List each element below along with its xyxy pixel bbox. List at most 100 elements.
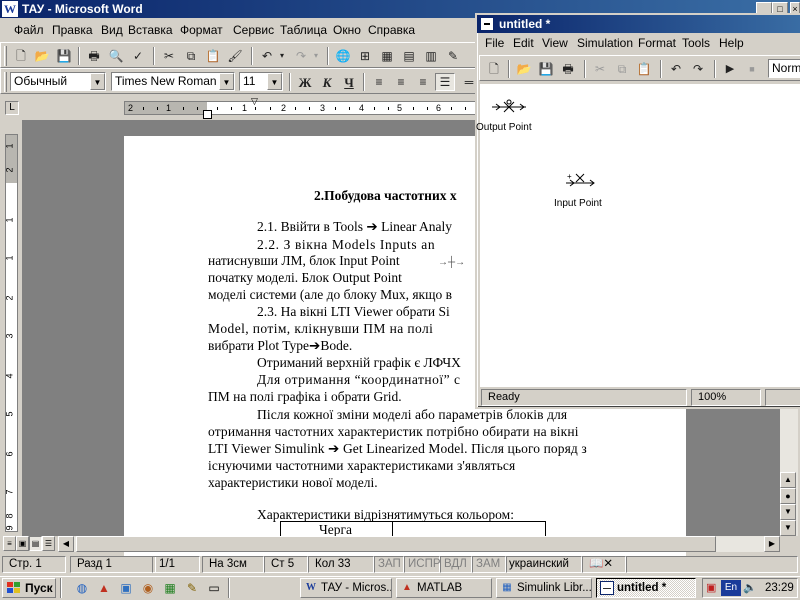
excel-quicklaunch-icon[interactable]: ▦ [162, 580, 178, 596]
scroll-down-icon[interactable]: ▼ [780, 520, 796, 536]
outline-view-icon[interactable]: ☰ [42, 536, 55, 551]
sim-menu-view[interactable]: View [542, 36, 568, 50]
task-untitled[interactable]: — untitled * [596, 578, 696, 598]
left-indent-marker-icon[interactable] [203, 110, 212, 119]
language-indicator[interactable]: En [721, 580, 741, 596]
sim-menu-file[interactable]: File [485, 36, 504, 50]
menu-file[interactable]: Файл [14, 23, 44, 37]
status-language[interactable]: украинский [506, 556, 582, 573]
menu-tools[interactable]: Сервис [233, 23, 274, 37]
task-matlab[interactable]: ▲ MATLAB [396, 578, 492, 598]
insert-table-icon[interactable]: ▦ [377, 47, 397, 65]
underline-button[interactable]: Ч [339, 73, 359, 91]
save-icon[interactable]: 💾 [54, 47, 74, 65]
sim-menu-simulation[interactable]: Simulation [577, 36, 633, 50]
paste-icon[interactable]: 📋 [203, 47, 223, 65]
cut-icon[interactable]: ✂ [159, 47, 179, 65]
task-simulink-library[interactable]: ▦ Simulink Libr... [496, 578, 592, 598]
print-icon[interactable]: 🖶 [558, 60, 578, 78]
simulink-model-canvas[interactable]: Output Point + Input Point [476, 84, 800, 387]
sim-menu-edit[interactable]: Edit [513, 36, 534, 50]
word-app-icon[interactable]: W [2, 1, 18, 17]
volume-icon[interactable]: 🔈 [743, 581, 757, 594]
insert-excel-icon[interactable]: ▤ [399, 47, 419, 65]
undo-icon[interactable]: ↶ [257, 47, 277, 65]
redo-icon[interactable]: ↷ [291, 47, 311, 65]
spelling-status-icon[interactable]: 📖✕ [582, 556, 626, 573]
output-point-block-icon[interactable] [490, 98, 530, 116]
tab-stop-selector-icon[interactable]: L [5, 101, 19, 115]
scroll-down-icon[interactable]: ▼ [780, 504, 796, 520]
menu-help[interactable]: Справка [368, 23, 415, 37]
vertical-ruler-track[interactable]: 1 2 1 1 2 3 4 5 6 7 8 9 [5, 134, 18, 532]
normal-view-icon[interactable]: ≡ [3, 536, 16, 551]
redo-icon[interactable]: ↷ [688, 60, 708, 78]
clock[interactable]: 23:29 [765, 581, 794, 596]
notepad-quicklaunch-icon[interactable]: ✎ [184, 580, 200, 596]
hyperlink-icon[interactable]: 🌐 [333, 47, 353, 65]
horizontal-scrollbar[interactable]: ◀ ▶ [58, 536, 780, 552]
menu-window[interactable]: Окно [333, 23, 361, 37]
undo-icon[interactable]: ↶ [666, 60, 686, 78]
drawing-icon[interactable]: ✎ [443, 47, 463, 65]
scroll-thumb[interactable] [76, 536, 716, 552]
new-model-icon[interactable]: 🗋 [484, 60, 504, 78]
chevron-down-icon[interactable]: ▼ [267, 73, 282, 90]
stop-simulation-icon[interactable]: ■ [742, 60, 762, 78]
scroll-up-icon[interactable]: ▲ [780, 472, 796, 488]
sim-menu-format[interactable]: Format [638, 36, 676, 50]
status-extend[interactable]: ВДЛ [440, 556, 472, 573]
columns-icon[interactable]: ▥ [421, 47, 441, 65]
menu-insert[interactable]: Вставка [128, 23, 173, 37]
select-browse-object-icon[interactable]: ● [780, 488, 796, 504]
start-simulation-icon[interactable]: ▶ [720, 60, 740, 78]
open-folder-icon[interactable]: 📂 [514, 60, 534, 78]
scroll-right-icon[interactable]: ▶ [764, 536, 780, 552]
chevron-down-icon[interactable]: ▼ [219, 73, 234, 90]
style-combo[interactable]: Обычный ▼ [10, 72, 106, 91]
start-button[interactable]: Пуск [2, 578, 56, 598]
menu-view[interactable]: Вид [101, 23, 123, 37]
matlab-quicklaunch-icon[interactable]: ▲ [96, 580, 112, 596]
outlook-quicklaunch-icon[interactable]: ◉ [140, 580, 156, 596]
menu-edit[interactable]: Правка [52, 23, 93, 37]
sim-menu-tools[interactable]: Tools [682, 36, 710, 50]
input-point-block-icon[interactable]: + [564, 172, 598, 190]
open-folder-icon[interactable]: 📂 [32, 47, 52, 65]
menu-format[interactable]: Формат [180, 23, 223, 37]
simulation-mode-combo[interactable]: Norma [768, 59, 800, 78]
bold-button[interactable]: Ж [295, 73, 315, 91]
font-size-combo[interactable]: 11 ▼ [239, 72, 283, 91]
chevron-down-icon[interactable]: ▼ [90, 73, 105, 90]
ie-quicklaunch-icon[interactable]: ◍ [74, 580, 90, 596]
format-painter-icon[interactable]: 🖌 [225, 47, 245, 65]
save-icon[interactable]: 💾 [536, 60, 556, 78]
justify-icon[interactable]: ☰ [435, 73, 455, 91]
status-rec[interactable]: ЗАП [374, 556, 404, 573]
copy-icon[interactable]: ⧉ [612, 60, 632, 78]
ruler-track[interactable]: 2 1 1 2 3 4 5 6 [124, 101, 480, 115]
align-left-icon[interactable]: ≡ [369, 73, 389, 91]
tray-app-icon[interactable]: ▣ [706, 581, 716, 594]
print-layout-icon[interactable]: ▤ [29, 536, 42, 551]
align-center-icon[interactable]: ≡ [391, 73, 411, 91]
cut-icon[interactable]: ✂ [590, 60, 610, 78]
desktop-quicklaunch-icon[interactable]: ▣ [118, 580, 134, 596]
spelling-icon[interactable]: ✓ [128, 47, 148, 65]
console-quicklaunch-icon[interactable]: ▭ [206, 580, 222, 596]
simulink-app-icon[interactable] [480, 17, 494, 31]
menu-table[interactable]: Таблица [280, 23, 327, 37]
sim-menu-help[interactable]: Help [719, 36, 744, 50]
first-line-indent-marker-icon[interactable]: ▽ [251, 97, 258, 106]
italic-button[interactable]: К [317, 73, 337, 91]
print-preview-icon[interactable]: 🔍 [106, 47, 126, 65]
print-icon[interactable]: 🖶 [84, 47, 104, 65]
web-view-icon[interactable]: ▣ [16, 536, 29, 551]
scroll-left-icon[interactable]: ◀ [58, 536, 74, 552]
paste-icon[interactable]: 📋 [634, 60, 654, 78]
redo-dropdown-icon[interactable]: ▾ [311, 47, 321, 65]
copy-icon[interactable]: ⧉ [181, 47, 201, 65]
task-word[interactable]: W ТАУ - Micros... [300, 578, 392, 598]
tables-borders-icon[interactable]: ⊞ [355, 47, 375, 65]
align-right-icon[interactable]: ≡ [413, 73, 433, 91]
